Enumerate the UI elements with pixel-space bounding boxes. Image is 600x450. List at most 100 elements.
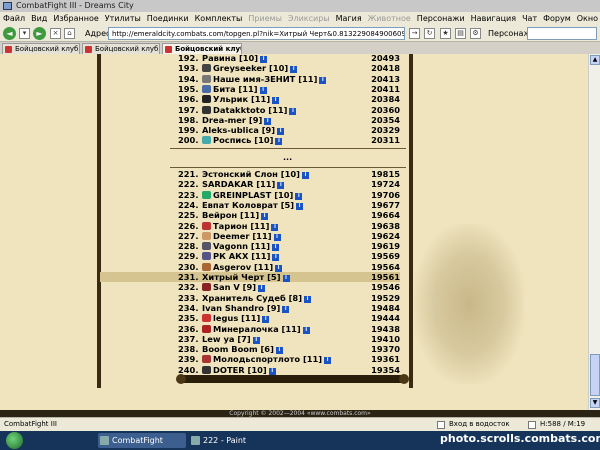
player-info-icon[interactable]: i <box>259 86 267 94</box>
player-nick: SARDAKAR [11] i <box>202 179 285 190</box>
player-info-icon[interactable]: i <box>304 295 311 303</box>
player-nick-text[interactable]: Boom Boom [6] <box>202 344 274 354</box>
menu-item[interactable]: Окно <box>574 14 600 23</box>
player-nick-text[interactable]: GREINPLAST [10] <box>213 190 293 200</box>
player-nick-text[interactable]: Бита [11] <box>213 84 258 94</box>
menu-item[interactable]: Утилиты <box>102 14 144 23</box>
player-nick-text[interactable]: Vagonn [11] <box>213 241 270 251</box>
player-nick-text[interactable]: Роспись [10] <box>213 135 273 145</box>
menu-item[interactable]: Чат <box>519 14 540 23</box>
scroll-thumb[interactable] <box>590 354 600 396</box>
menu-item[interactable]: Поединки <box>144 14 192 23</box>
menu-item[interactable]: Избранное <box>50 14 101 23</box>
forward-arrow-icon[interactable]: ► <box>33 27 46 40</box>
player-nick-text[interactable]: Ульрик [11] <box>213 94 270 104</box>
vertical-scrollbar[interactable]: ▲ ▼ <box>588 54 600 410</box>
start-button[interactable] <box>6 432 23 449</box>
player-nick-text[interactable]: Минералочка [11] <box>213 324 301 334</box>
person-input[interactable] <box>527 27 597 40</box>
player-info-icon[interactable]: i <box>264 117 272 125</box>
player-nick-text[interactable]: San V [9] <box>213 282 256 292</box>
player-nick-text[interactable]: Тарион [11] <box>213 221 269 231</box>
settings-icon[interactable]: ⚙ <box>470 28 481 39</box>
player-info-icon[interactable]: i <box>301 172 309 179</box>
player-nick-text[interactable]: Aleks-ublica [9] <box>202 125 275 135</box>
menu-item[interactable]: Приемы <box>245 14 285 23</box>
player-info-icon[interactable]: i <box>275 264 283 272</box>
menu-item[interactable]: Файл <box>0 14 28 23</box>
scroll-down-icon[interactable]: ▼ <box>590 398 600 408</box>
menu-item[interactable]: Навигация <box>468 14 519 23</box>
menu-item[interactable]: Эликсиры <box>285 14 333 23</box>
player-nick-text[interactable]: Ivan Shandro [9] <box>202 303 280 313</box>
player-info-icon[interactable]: i <box>277 182 285 190</box>
player-info-icon[interactable]: i <box>289 107 297 115</box>
favorites-icon[interactable]: ★ <box>440 28 451 39</box>
player-info-icon[interactable]: i <box>319 76 327 84</box>
player-nick: Ульрик [11] i <box>202 94 280 105</box>
player-nick-text[interactable]: Datakktoto [11] <box>213 105 287 115</box>
go-icon[interactable]: → <box>409 28 420 39</box>
player-nick-text[interactable]: Drea-mer [9] <box>202 115 262 125</box>
player-info-icon[interactable]: i <box>302 326 310 334</box>
player-nick-text[interactable]: Greyseeker [10] <box>213 63 288 73</box>
player-nick-text[interactable]: Равина [10] <box>202 53 258 63</box>
player-info-icon[interactable]: i <box>260 56 268 63</box>
player-info-icon[interactable]: i <box>258 285 266 293</box>
player-info-icon[interactable]: i <box>295 192 303 200</box>
player-info-icon[interactable]: i <box>296 202 304 210</box>
menu-item[interactable]: Вид <box>28 14 50 23</box>
player-info-icon[interactable]: i <box>261 213 269 221</box>
menu-item[interactable]: Магия <box>333 14 365 23</box>
player-nick: Вейрон [11] i <box>202 210 269 221</box>
player-nick-text[interactable]: DOTER [10] <box>213 365 267 375</box>
player-info-icon[interactable]: i <box>275 138 283 146</box>
player-info-icon[interactable]: i <box>271 223 279 231</box>
menu-item[interactable]: Комплекты <box>192 14 246 23</box>
dropdown-arrow-icon[interactable]: ▾ <box>19 28 30 39</box>
taskbar-item-paint[interactable]: 222 - Paint <box>189 433 277 448</box>
player-info-icon[interactable]: i <box>277 128 285 136</box>
clan-emblem-icon <box>202 221 211 230</box>
player-info-icon[interactable]: i <box>282 305 290 313</box>
player-info-icon[interactable]: i <box>268 367 276 375</box>
player-nick-text[interactable]: Молодьспортлото [11] <box>213 354 322 364</box>
stop-icon[interactable]: × <box>50 28 61 39</box>
player-info-icon[interactable]: i <box>262 316 270 324</box>
player-nick-text[interactable]: Asgerov [11] <box>213 262 273 272</box>
menu-item[interactable]: Форум <box>540 14 574 23</box>
player-info-icon[interactable]: i <box>272 97 280 105</box>
player-nick-text[interactable]: Lew ya [7] <box>202 334 251 344</box>
taskbar-item-combatfight[interactable]: CombatFight <box>98 433 186 448</box>
player-nick: Минералочка [11] i <box>202 324 310 334</box>
menu-item[interactable]: Животное <box>365 14 414 23</box>
player-info-icon[interactable]: i <box>273 233 281 241</box>
player-info-icon[interactable]: i <box>275 347 283 355</box>
refresh-icon[interactable]: ↻ <box>424 28 435 39</box>
player-info-icon[interactable]: i <box>272 254 280 262</box>
tab-1[interactable]: Бойцовский клуб <box>2 43 80 54</box>
player-nick-text[interactable]: legus [11] <box>213 313 260 323</box>
player-nick-text[interactable]: Хитрый Черт [5] <box>202 272 281 282</box>
player-info-icon[interactable]: i <box>290 66 298 74</box>
player-nick-text[interactable]: Deemer [11] <box>213 231 272 241</box>
player-info-icon[interactable]: i <box>282 275 290 282</box>
player-nick-text[interactable]: SARDAKAR [11] <box>202 179 275 189</box>
player-nick-text[interactable]: Наше имя-ЗЕНИТ [11] <box>213 74 317 84</box>
print-icon[interactable]: ▤ <box>455 28 466 39</box>
player-nick-text[interactable]: Хранитель Судеб [8] <box>202 293 302 303</box>
scroll-bottom-roll <box>176 374 409 384</box>
player-nick-text[interactable]: РК АКХ [11] <box>213 251 270 261</box>
scroll-up-icon[interactable]: ▲ <box>590 55 600 65</box>
player-info-icon[interactable]: i <box>252 336 260 344</box>
player-nick-text[interactable]: Эстонский Слон [10] <box>202 169 300 179</box>
player-info-icon[interactable]: i <box>272 244 280 252</box>
rank-number: 238. <box>178 344 199 355</box>
player-nick-text[interactable]: Евпат Коловрат [5] <box>202 200 294 210</box>
address-input[interactable] <box>108 27 405 40</box>
back-arrow-icon[interactable]: ◄ <box>3 27 16 40</box>
player-nick-text[interactable]: Вейрон [11] <box>202 210 259 220</box>
home-icon[interactable]: ⌂ <box>64 28 75 39</box>
menu-item[interactable]: Персонажи <box>414 14 468 23</box>
player-info-icon[interactable]: i <box>324 357 332 365</box>
